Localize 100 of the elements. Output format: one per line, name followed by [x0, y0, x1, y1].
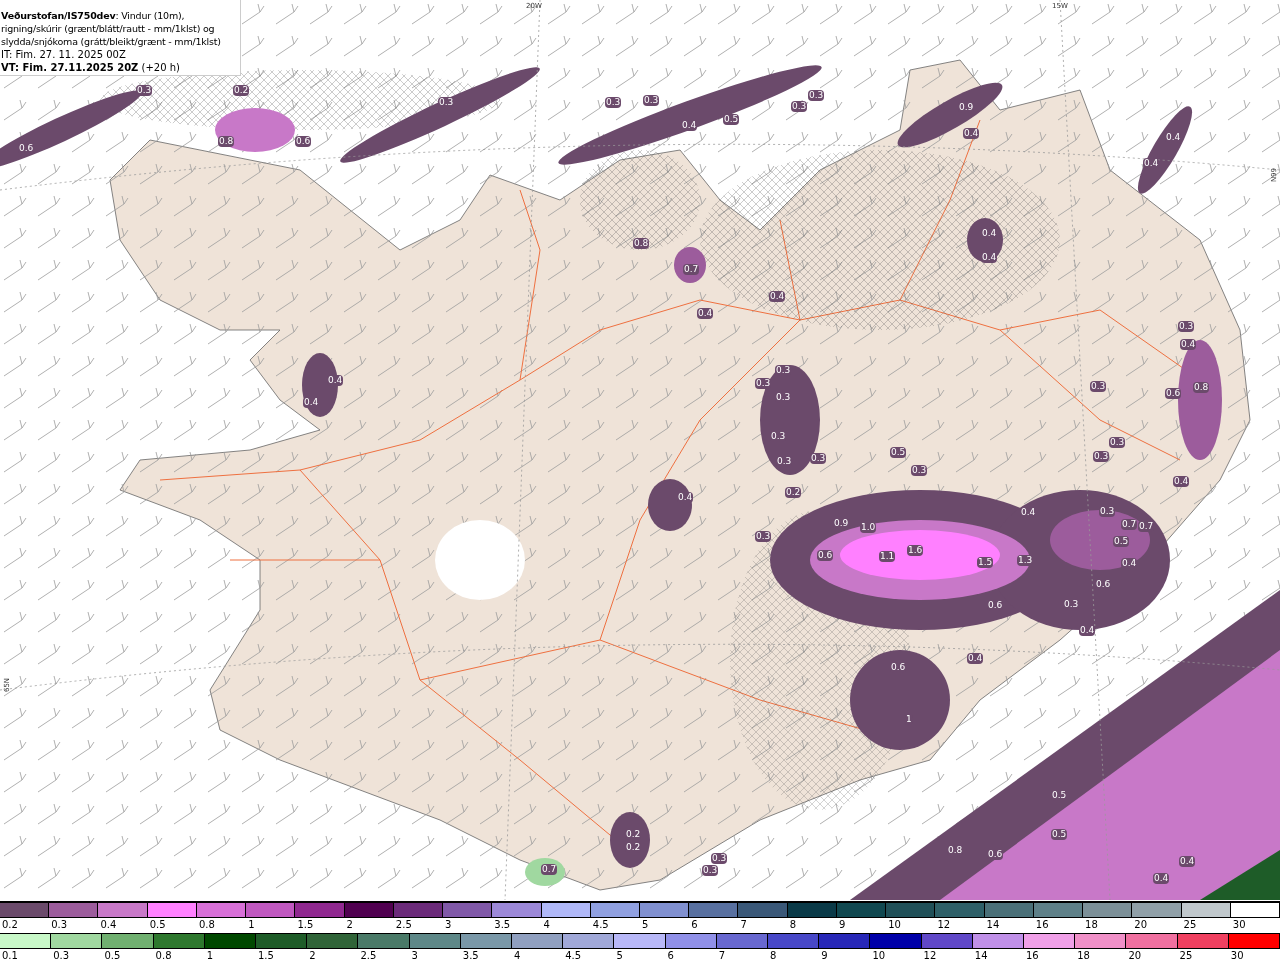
precipitation-value: 0.4 — [327, 375, 344, 386]
legend-label: 14 — [985, 918, 1000, 932]
legend-label: 20 — [1127, 949, 1142, 960]
precipitation-value: 0.4 — [1143, 158, 1160, 169]
precipitation-value: 0.3 — [711, 853, 728, 864]
precipitation-value: 0.3 — [755, 378, 772, 389]
legend-label: 2 — [345, 918, 353, 932]
precipitation-value: 0.4 — [963, 128, 980, 139]
legend-label: 1.5 — [257, 949, 274, 960]
precipitation-value: 0.4 — [1020, 507, 1037, 518]
precipitation-value: 1.6 — [907, 545, 924, 556]
map-title: Veðurstofan/IS750dev: Vindur (10m), rigning/skúrir (grænt/blátt/rautt - mm/1klst) og slydda/snjókoma (grátt/bleikt/grænt - mm/1klst) — [1, 9, 222, 48]
legend-label: 0.5 — [148, 918, 166, 932]
legend-label: 0.1 — [1, 949, 18, 960]
legend-label: 1 — [205, 949, 214, 960]
precipitation-value: 0.3 — [136, 85, 153, 96]
precipitation-value: 0.3 — [770, 431, 787, 442]
legend-label: 2.5 — [394, 918, 412, 932]
legend-label: 0.3 — [50, 918, 68, 932]
legend-label: 5 — [641, 918, 649, 932]
precipitation-value: 0.2 — [625, 842, 642, 853]
precipitation-value: 0.6 — [987, 600, 1004, 611]
precipitation-value: 0.3 — [791, 101, 808, 112]
precipitation-value: 0.3 — [438, 97, 455, 108]
precipitation-value: 0.4 — [1079, 625, 1096, 636]
legend-label: 3.5 — [461, 949, 479, 960]
precipitation-value: 0.3 — [775, 392, 792, 403]
precipitation-value: 0.3 — [776, 456, 793, 467]
precipitation-value: 0.4 — [677, 492, 694, 503]
legend-label: 12 — [922, 949, 937, 960]
precipitation-value: 0.7 — [1138, 521, 1155, 532]
legend-label: 16 — [1025, 949, 1039, 960]
precipitation-value: 0.6 — [987, 849, 1004, 860]
legend-label: 0.8 — [154, 949, 172, 960]
precipitation-value: 0.2 — [785, 487, 802, 498]
precipitation-value: 0.2 — [233, 85, 250, 96]
precipitation-value: 0.6 — [18, 143, 35, 154]
precipitation-value: 0.5 — [1051, 829, 1068, 840]
legend-label: 30 — [1231, 918, 1246, 932]
precipitation-value: 0.3 — [1178, 321, 1195, 332]
precipitation-value: 0.8 — [633, 238, 650, 249]
precipitation-value: 0.2 — [625, 829, 642, 840]
precipitation-value: 0.4 — [1153, 873, 1170, 884]
precipitation-value: 1.0 — [860, 522, 877, 533]
precipitation-value: 0.4 — [1121, 558, 1138, 569]
precipitation-value: 0.4 — [981, 228, 998, 239]
init-time: IT: Fim. 27. 11. 2025 00Z — [1, 48, 127, 61]
precipitation-value: 1.1 — [879, 551, 896, 562]
precipitation-value: 0.5 — [1051, 790, 1068, 801]
legend-label: 0.3 — [52, 949, 70, 960]
precipitation-value: 0.4 — [697, 308, 714, 319]
legend-label: 0.2 — [1, 918, 18, 932]
precipitation-value: 0.3 — [1099, 506, 1116, 517]
precipitation-value: 0.7 — [683, 264, 700, 275]
precipitation-value: 0.3 — [808, 90, 825, 101]
legend-label: 6 — [666, 949, 674, 960]
precipitation-value: 0.4 — [1173, 476, 1190, 487]
precipitation-value: 0.5 — [1113, 536, 1130, 547]
precipitation-value: 0.3 — [810, 453, 827, 464]
legend-label: 3 — [410, 949, 418, 960]
precipitation-value: 0.5 — [890, 447, 907, 458]
legend-label: 4.5 — [591, 918, 609, 932]
legend-label: 18 — [1076, 949, 1090, 960]
precipitation-value: 0.6 — [890, 662, 907, 673]
legend-label: 7 — [739, 918, 747, 932]
precipitation-value: 0.8 — [218, 136, 235, 147]
precipitation-value: 0.8 — [1193, 382, 1210, 393]
precipitation-value: 0.6 — [295, 136, 312, 147]
legend-label: 0.8 — [197, 918, 215, 932]
precipitation-value: 0.4 — [1180, 339, 1197, 350]
legend-label: 12 — [936, 918, 951, 932]
legend-label: 9 — [820, 949, 828, 960]
precipitation-value: 0.9 — [958, 102, 975, 113]
legend-label: 5 — [615, 949, 623, 960]
legend-label: 9 — [837, 918, 846, 932]
legend-label: 1.5 — [296, 918, 314, 932]
legend-label: 0.5 — [103, 949, 121, 960]
precipitation-value: 0.5 — [723, 114, 740, 125]
precipitation-value: 1.3 — [1017, 555, 1034, 566]
legend-label: 10 — [887, 918, 901, 932]
legend-label: 7 — [717, 949, 726, 960]
legend-label: 16 — [1034, 918, 1049, 932]
valid-time: VT: Fim. 27.11.2025 20Z (+20 h) — [1, 61, 181, 74]
legend-label: 0.4 — [99, 918, 117, 932]
precipitation-value: 0.4 — [769, 291, 786, 302]
precipitation-value: 0.7 — [541, 864, 558, 875]
precipitation-value: 0.3 — [605, 97, 622, 108]
precipitation-value: 0.7 — [1121, 519, 1138, 530]
legend-label: 10 — [871, 949, 886, 960]
legend-label: 4 — [542, 918, 550, 932]
precipitation-value: 0.3 — [702, 865, 719, 876]
precipitation-value: 0.4 — [1179, 856, 1196, 867]
precipitation-value: 0.4 — [681, 120, 698, 131]
precipitation-value: 0.6 — [1165, 388, 1182, 399]
legend-label: 14 — [973, 949, 988, 960]
legend-label: 3 — [444, 918, 452, 932]
precipitation-value: 0.3 — [1093, 451, 1110, 462]
precipitation-value: 0.4 — [303, 397, 320, 408]
legend-label: 30 — [1229, 949, 1244, 960]
precipitation-value: 0.3 — [911, 465, 928, 476]
